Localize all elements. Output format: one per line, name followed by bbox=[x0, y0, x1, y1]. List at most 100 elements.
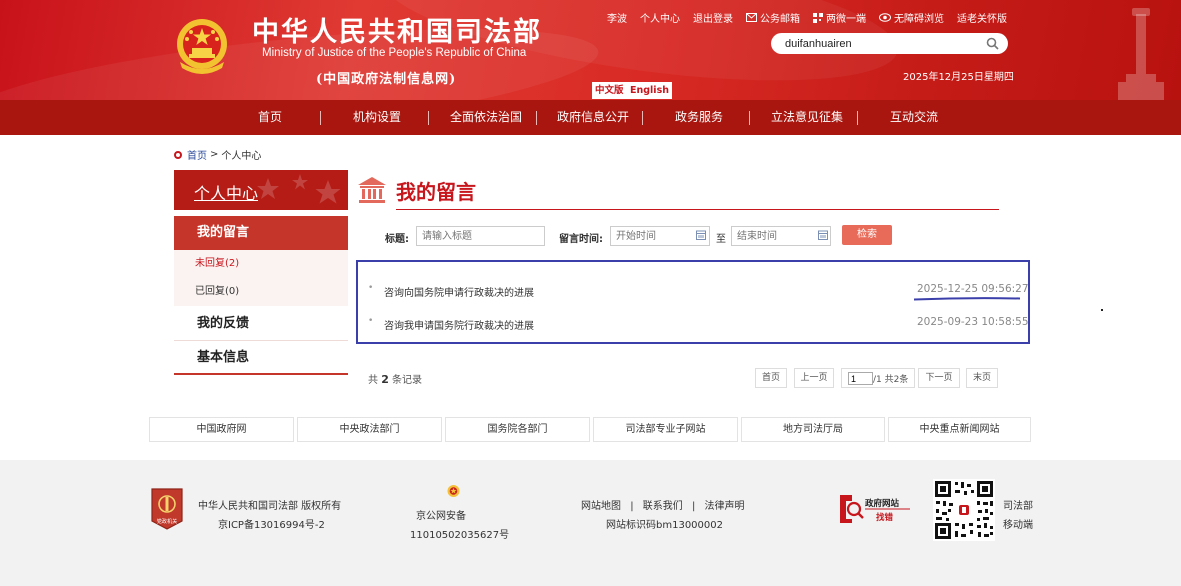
monument-icon bbox=[1118, 8, 1164, 100]
nav-divider bbox=[857, 111, 858, 125]
link-gov-portal[interactable]: 中国政府网 bbox=[149, 417, 294, 442]
mail-label: 公务邮箱 bbox=[760, 14, 800, 25]
gov-site-text: 政府网站 bbox=[865, 498, 900, 509]
prev-page-button[interactable]: 上一页 bbox=[794, 368, 834, 388]
mobile-label-line1: 司法部 bbox=[1003, 501, 1033, 512]
police-badge-icon bbox=[447, 485, 460, 497]
gov-site-error-report-icon[interactable]: 政府网站 找错 bbox=[838, 493, 914, 525]
nav-home[interactable]: 首页 bbox=[258, 100, 282, 135]
page-title: 我的留言 bbox=[396, 180, 476, 204]
copyright-text: 中华人民共和国司法部 版权所有 bbox=[198, 501, 342, 512]
site-title-en: Ministry of Justice of the People's Repu… bbox=[262, 47, 527, 59]
title-divider bbox=[396, 209, 999, 210]
site-subtitle: (中国政府法制信息网) bbox=[316, 72, 457, 87]
location-icon bbox=[174, 150, 182, 159]
sidebar-item-my-messages[interactable]: 我的留言 bbox=[174, 216, 348, 250]
list-item[interactable]: • 咨询我申请国务院行政裁决的进展 2025-09-23 10:58:55 bbox=[368, 315, 1029, 332]
court-building-icon bbox=[358, 177, 386, 203]
message-time: 2025-12-25 09:56:27 bbox=[917, 283, 1029, 295]
bullet-icon: • bbox=[368, 283, 374, 293]
lang-english-button[interactable]: English bbox=[627, 82, 672, 99]
message-time: 2025-09-23 10:58:55 bbox=[917, 316, 1029, 328]
nav-organization[interactable]: 机构设置 bbox=[353, 100, 401, 135]
contact-link[interactable]: 联系我们 bbox=[643, 501, 683, 512]
search-input[interactable] bbox=[785, 36, 975, 51]
page-info: /1 共2条 bbox=[873, 375, 909, 385]
qr-code-icon bbox=[933, 479, 995, 541]
page-number-input[interactable] bbox=[848, 372, 873, 385]
message-title[interactable]: 咨询向国务院申请行政裁决的进展 bbox=[384, 284, 534, 299]
user-name-link[interactable]: 李波 bbox=[607, 10, 627, 25]
breadcrumb-current: 个人中心 bbox=[221, 151, 262, 162]
logout-link[interactable]: 退出登录 bbox=[693, 10, 733, 25]
nav-gov-service[interactable]: 政务服务 bbox=[675, 100, 723, 135]
calendar-icon[interactable] bbox=[696, 230, 706, 240]
next-page-button[interactable]: 下一页 bbox=[918, 368, 960, 388]
link-local-justice[interactable]: 地方司法厅局 bbox=[741, 417, 885, 442]
title-filter-label: 标题: bbox=[385, 234, 409, 245]
bullet-icon: • bbox=[368, 316, 374, 326]
first-page-button[interactable]: 首页 bbox=[755, 368, 787, 388]
record-count: 共 2 条记录 bbox=[368, 371, 422, 386]
sidebar-item-replied[interactable]: 已回复(0) bbox=[174, 278, 348, 306]
qr-small-icon bbox=[813, 12, 823, 23]
link-state-council[interactable]: 国务院各部门 bbox=[445, 417, 590, 442]
personal-center-link[interactable]: 个人中心 bbox=[640, 10, 680, 25]
list-item[interactable]: • 咨询向国务院申请行政裁决的进展 2025-12-25 09:56:27 bbox=[368, 282, 1029, 299]
search-icon[interactable] bbox=[986, 37, 999, 50]
link-ministry-subsites[interactable]: 司法部专业子网站 bbox=[593, 417, 738, 442]
nav-divider bbox=[320, 111, 321, 125]
site-id: 网站标识码bm13000002 bbox=[606, 520, 723, 531]
lang-chinese-button[interactable]: 中文版 bbox=[592, 82, 627, 99]
sidebar-item-basic-info[interactable]: 基本信息 bbox=[174, 341, 348, 375]
eye-icon bbox=[879, 13, 891, 22]
record-count-prefix: 共 bbox=[368, 375, 378, 386]
breadcrumb-separator: > bbox=[210, 149, 219, 160]
nav-gov-info[interactable]: 政府信息公开 bbox=[557, 100, 629, 135]
main-nav: 首页 机构设置 全面依法治国 政府信息公开 政务服务 立法意见征集 互动交流 bbox=[0, 100, 1181, 135]
accessible-link[interactable]: 无障碍浏览 bbox=[879, 10, 944, 25]
sidebar-item-unreplied[interactable]: 未回复(2) bbox=[174, 250, 348, 278]
nav-rule-of-law[interactable]: 全面依法治国 bbox=[450, 100, 522, 135]
police-record-number[interactable]: 11010502035627号 bbox=[410, 526, 509, 541]
time-filter-label: 留言时间: bbox=[559, 234, 603, 245]
link-central-legal[interactable]: 中央政法部门 bbox=[297, 417, 442, 442]
top-links: 李波 个人中心 退出登录 公务邮箱 两微一端 无障碍浏览 适老关怀版 bbox=[607, 10, 1020, 25]
nav-interaction[interactable]: 互动交流 bbox=[890, 100, 938, 135]
start-date-input[interactable] bbox=[610, 226, 710, 246]
accessible-label: 无障碍浏览 bbox=[894, 14, 944, 25]
nav-divider bbox=[428, 111, 429, 125]
end-date-input[interactable] bbox=[731, 226, 831, 246]
find-error-text: 找错 bbox=[876, 512, 894, 523]
mail-icon bbox=[746, 13, 757, 22]
party-gov-badge-icon[interactable]: 党政机关 bbox=[150, 487, 184, 531]
title-filter-input[interactable] bbox=[416, 226, 545, 246]
nav-legislation[interactable]: 立法意见征集 bbox=[771, 100, 843, 135]
sidebar-item-feedback[interactable]: 我的反馈 bbox=[174, 307, 348, 341]
police-record-label: 京公网安备 bbox=[416, 511, 466, 522]
legal-link[interactable]: 法律声明 bbox=[705, 501, 745, 512]
footer-separator: | bbox=[630, 501, 634, 512]
stars-decor-icon bbox=[257, 174, 341, 204]
breadcrumb: 首页 > 个人中心 bbox=[174, 147, 261, 162]
national-emblem-icon bbox=[177, 19, 227, 74]
sidebar-header: 个人中心 bbox=[174, 170, 348, 210]
two-micro-link[interactable]: 两微一端 bbox=[813, 10, 866, 25]
nav-divider bbox=[642, 111, 643, 125]
calendar-icon[interactable] bbox=[818, 230, 828, 240]
nav-divider bbox=[536, 111, 537, 125]
date-range-separator: 至 bbox=[716, 234, 726, 245]
site-title: 中华人民共和国司法部 bbox=[252, 17, 542, 48]
last-page-button[interactable]: 末页 bbox=[966, 368, 998, 388]
elderly-link[interactable]: 适老关怀版 bbox=[957, 10, 1007, 25]
icp-link[interactable]: 京ICP备13016994号-2 bbox=[218, 516, 325, 531]
record-count-value: 2 bbox=[381, 373, 389, 386]
page-jump: /1 共2条 bbox=[841, 368, 915, 388]
message-title[interactable]: 咨询我申请国务院行政裁决的进展 bbox=[384, 317, 534, 332]
link-news-sites[interactable]: 中央重点新闻网站 bbox=[888, 417, 1031, 442]
search-button[interactable]: 检索 bbox=[842, 225, 892, 245]
breadcrumb-home[interactable]: 首页 bbox=[187, 147, 207, 162]
mail-link[interactable]: 公务邮箱 bbox=[746, 10, 800, 25]
mobile-label-line2: 移动端 bbox=[1003, 520, 1033, 531]
sitemap-link[interactable]: 网站地图 bbox=[581, 501, 621, 512]
